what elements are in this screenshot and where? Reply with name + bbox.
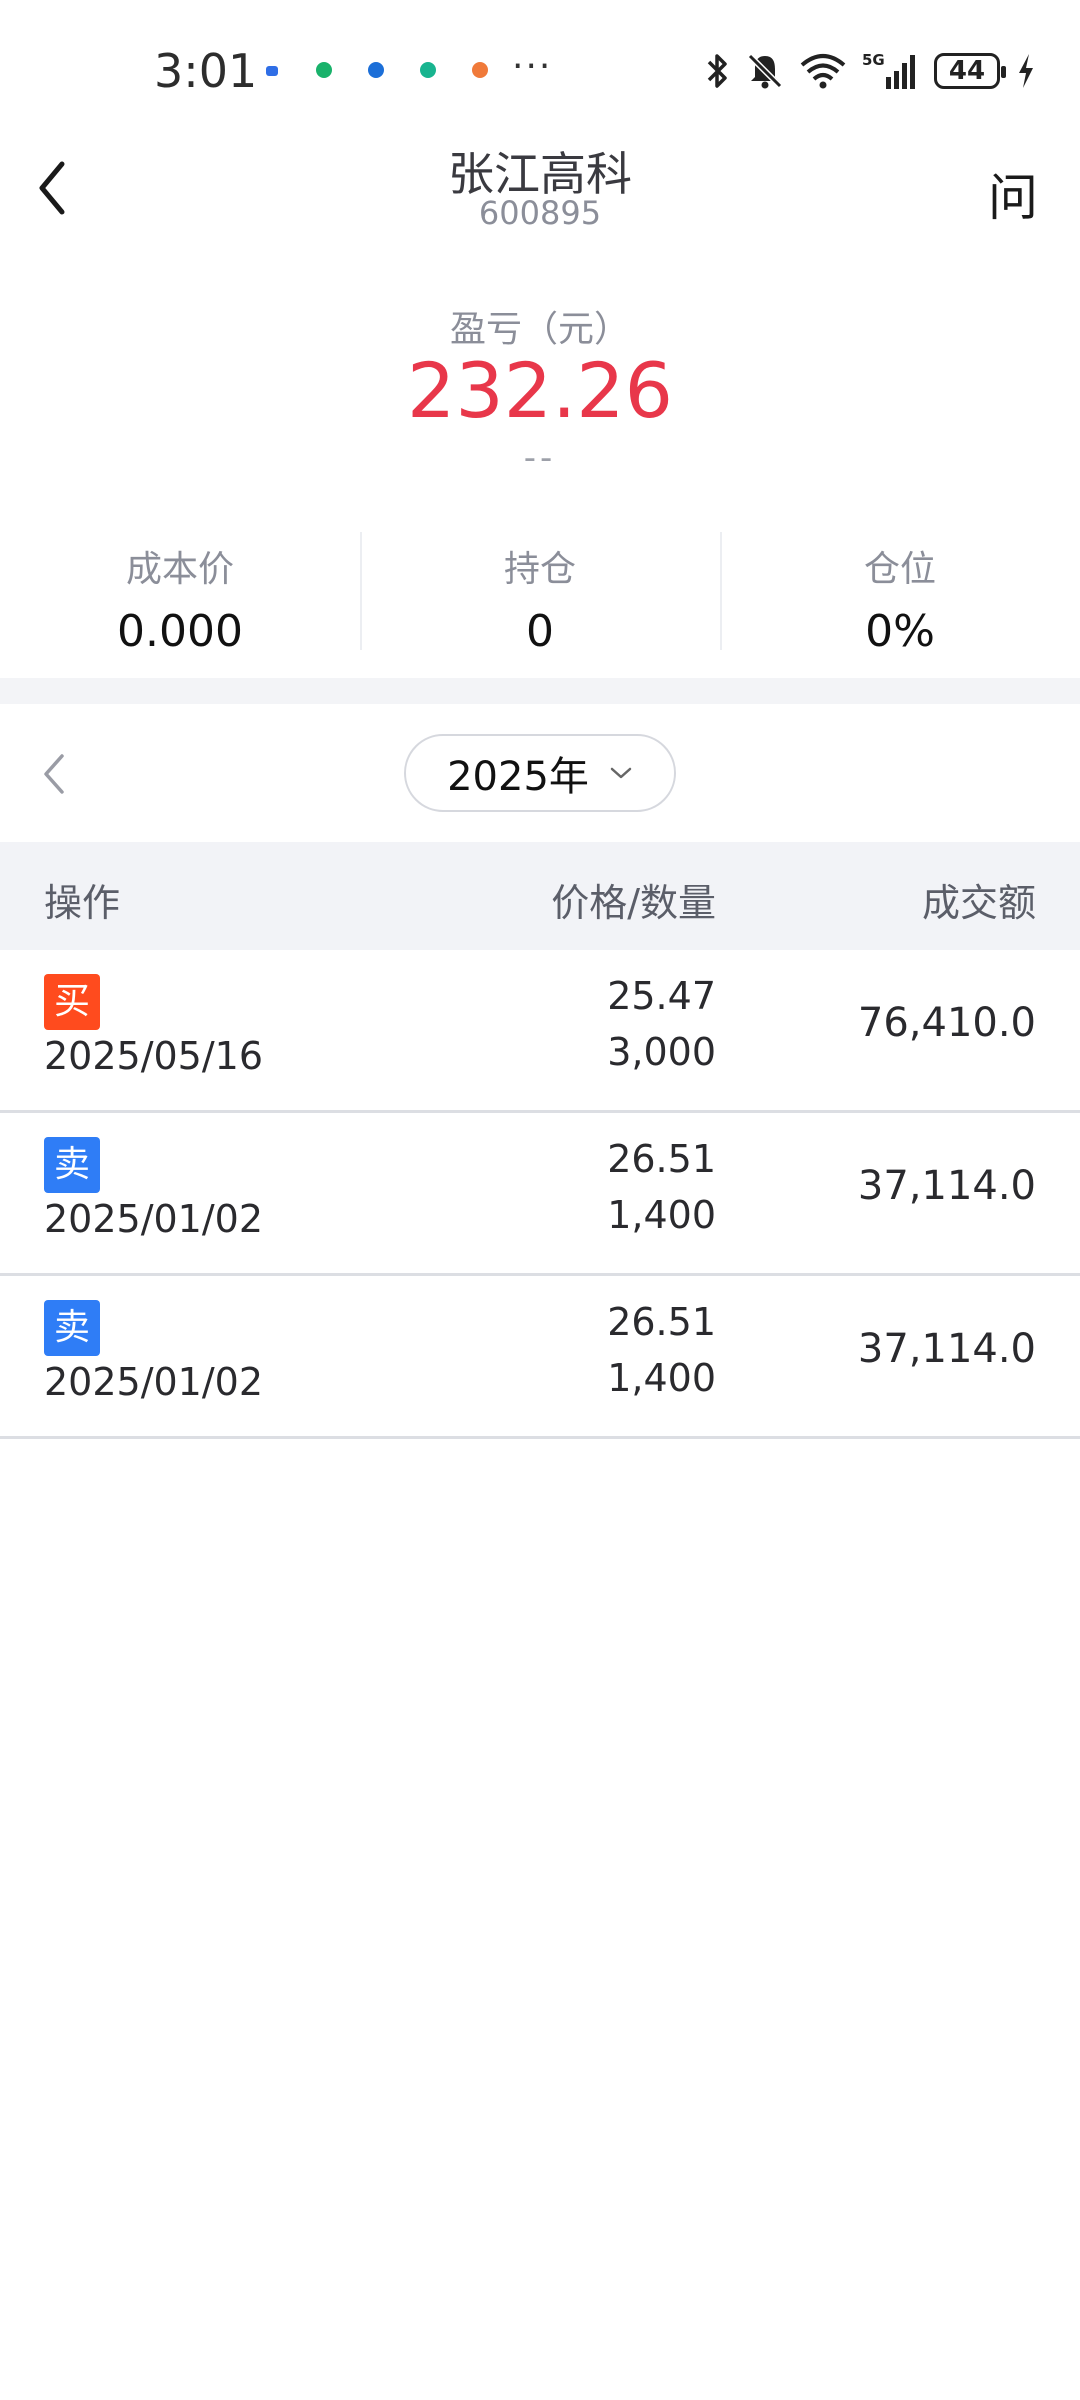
previous-year-button[interactable]	[36, 748, 76, 800]
mute-icon	[747, 53, 783, 89]
trade-quantity: 1,400	[607, 1193, 716, 1237]
stat-position-ratio: 仓位 0%	[720, 530, 1080, 657]
ask-button[interactable]: 问	[988, 158, 1038, 230]
year-dropdown[interactable]: 2025年	[404, 734, 676, 812]
sell-badge: 卖	[44, 1300, 100, 1356]
pl-percent: --	[523, 438, 557, 478]
pl-label: 盈亏（元）	[449, 309, 630, 350]
app-notification-icon	[368, 62, 384, 78]
trade-quantity: 1,400	[607, 1356, 716, 1400]
stat-holding: 持仓 0	[360, 530, 720, 657]
app-notification-icon	[472, 62, 488, 78]
stat-label: 持仓	[503, 549, 576, 590]
signal-5g-icon: 5G	[862, 51, 915, 89]
status-bar: 3:01 ··· 5G 44	[0, 0, 1080, 140]
stat-value: 0	[526, 606, 554, 657]
stat-value: 0.000	[117, 606, 243, 657]
buy-badge: 买	[44, 974, 100, 1030]
more-notifications-icon: ···	[512, 46, 553, 87]
app-notification-icon	[316, 62, 332, 78]
trade-amount: 37,114.0	[857, 1326, 1036, 1372]
year-label: 2025年	[447, 754, 589, 800]
position-stats: 成本价 0.000 持仓 0 仓位 0%	[0, 530, 1080, 657]
trade-price: 25.47	[607, 974, 716, 1018]
app-notification-icon	[266, 66, 278, 76]
stat-label: 成本价	[125, 549, 234, 590]
pl-value: 232.26	[407, 346, 673, 435]
table-header: 操作 价格/数量 成交额	[0, 842, 1080, 950]
bluetooth-icon	[707, 54, 727, 88]
stock-code: 600895	[478, 194, 602, 232]
trade-date: 2025/01/02	[44, 1360, 264, 1404]
stat-value: 0%	[865, 606, 935, 657]
section-divider	[0, 678, 1080, 704]
column-header-operation: 操作	[44, 881, 121, 925]
app-notification-icon	[420, 62, 436, 78]
chevron-left-icon	[44, 754, 64, 794]
status-time: 3:01	[154, 44, 258, 98]
battery-icon: 44	[934, 53, 1006, 89]
trade-list: 买 2025/05/16 25.47 3,000 76,410.0 卖 2025…	[0, 950, 1080, 1439]
trade-row[interactable]: 买 2025/05/16 25.47 3,000 76,410.0	[0, 950, 1080, 1113]
svg-text:5G: 5G	[862, 51, 885, 69]
trade-date: 2025/05/16	[44, 1034, 264, 1078]
wifi-icon	[800, 54, 846, 89]
trade-price: 26.51	[607, 1300, 716, 1344]
trade-amount: 37,114.0	[857, 1163, 1036, 1209]
column-header-amount: 成交额	[921, 881, 1036, 925]
trade-amount: 76,410.0	[857, 1000, 1036, 1046]
trade-row[interactable]: 卖 2025/01/02 26.51 1,400 37,114.0	[0, 1276, 1080, 1439]
trade-price: 26.51	[607, 1137, 716, 1181]
column-header-price-qty: 价格/数量	[551, 881, 716, 925]
trade-row[interactable]: 卖 2025/01/02 26.51 1,400 37,114.0	[0, 1113, 1080, 1276]
charging-icon	[1019, 54, 1033, 88]
trade-date: 2025/01/02	[44, 1197, 264, 1241]
chevron-down-icon	[610, 767, 632, 779]
sell-badge: 卖	[44, 1137, 100, 1193]
trade-quantity: 3,000	[607, 1030, 716, 1074]
stat-cost-price: 成本价 0.000	[0, 530, 360, 657]
stat-label: 仓位	[863, 549, 936, 590]
